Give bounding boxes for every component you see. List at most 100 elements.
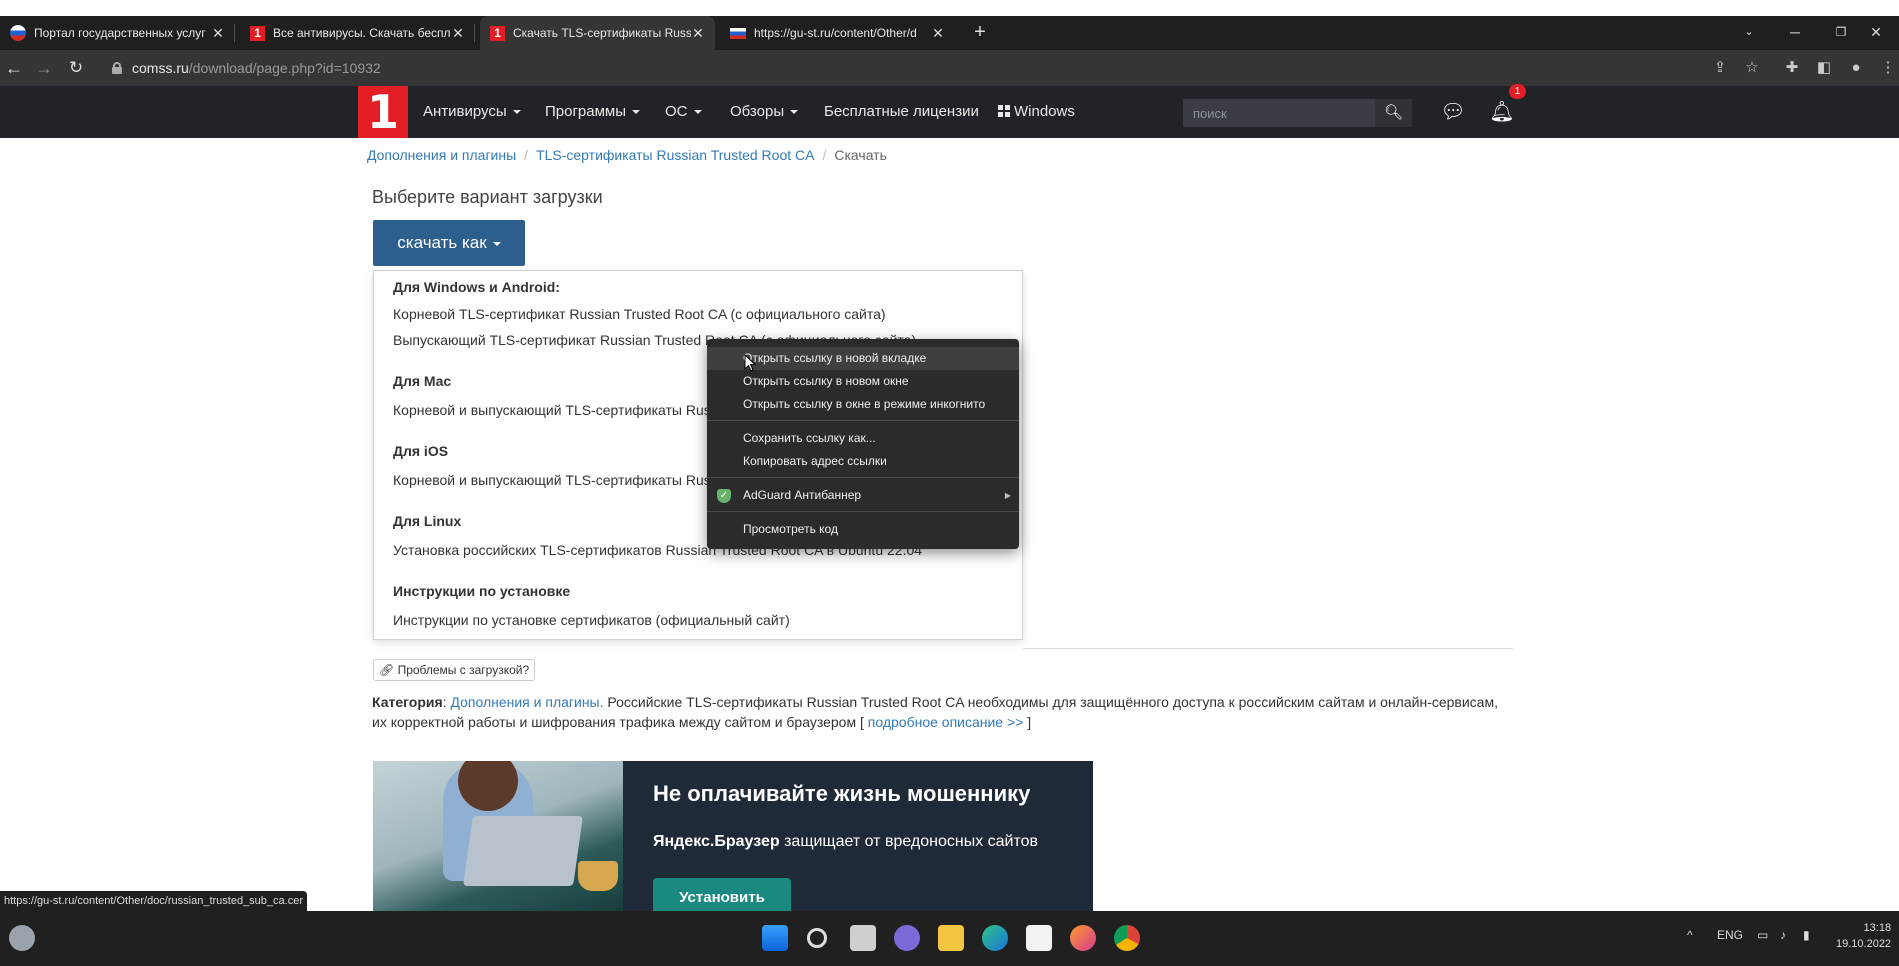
share-icon[interactable]: ⇪: [1710, 58, 1730, 78]
tab-tls-certificates[interactable]: 1 Скачать TLS-сертификаты Russia ✕: [480, 16, 715, 50]
menu-separator: [707, 477, 1019, 478]
close-icon[interactable]: ✕: [451, 25, 465, 42]
breadcrumb: Дополнения и плагины / TLS-сертификаты Rus…: [367, 147, 887, 163]
windows-icon: [998, 105, 1010, 117]
ad-subtitle: Яндекс.Браузер защищает от вредоносных с…: [653, 833, 1038, 851]
tab-search-icon[interactable]: ⌄: [1726, 16, 1772, 50]
ctx-open-incognito[interactable]: Открыть ссылку в окне в режиме инкогнито: [707, 393, 1019, 416]
chat-app-icon[interactable]: [894, 925, 920, 951]
taskbar: ^ ENG ▭ ♪ ▮ 13:18 19.10.2022: [0, 911, 1899, 966]
breadcrumb-link[interactable]: TLS-сертификаты Russian Trusted Root CA: [536, 147, 814, 163]
profile-icon[interactable]: ●: [1846, 58, 1866, 78]
adguard-shield-icon: ✓: [717, 489, 731, 503]
breadcrumb-separator: /: [822, 147, 827, 163]
ad-title: Не оплачивайте жизнь мошеннику: [653, 781, 1031, 806]
tab-title: Скачать TLS-сертификаты Russia: [513, 26, 691, 40]
breadcrumb-link[interactable]: Дополнения и плагины: [367, 147, 516, 163]
ad-banner[interactable]: Не оплачивайте жизнь мошеннику Яндекс.Бр…: [373, 761, 1093, 913]
menu-reviews[interactable]: Обзоры: [730, 86, 799, 138]
site-logo[interactable]: 1: [358, 86, 408, 138]
ctx-inspect[interactable]: Просмотреть код: [707, 518, 1019, 541]
bracket-close: ]: [1027, 714, 1032, 730]
tab-antivirus[interactable]: 1 Все антивирусы. Скачать беспл ✕: [240, 16, 475, 50]
tray-chevron-icon[interactable]: ^: [1687, 928, 1693, 942]
menu-label: Программы: [545, 103, 627, 120]
ad-install-button[interactable]: Установить: [653, 878, 791, 913]
breadcrumb-current: Скачать: [834, 147, 887, 163]
start-icon[interactable]: [762, 925, 788, 951]
back-icon[interactable]: ←: [2, 56, 26, 80]
close-window-button[interactable]: ✕: [1853, 16, 1899, 50]
menu-antivirus[interactable]: Антивирусы: [423, 86, 521, 138]
chat-icon[interactable]: 💬︎: [1440, 100, 1466, 124]
close-icon[interactable]: ✕: [211, 25, 225, 42]
battery-icon[interactable]: ▮: [1803, 928, 1810, 942]
breadcrumb-separator: /: [524, 147, 529, 163]
menu-label: Windows: [1014, 103, 1075, 120]
caret-down-icon: [512, 110, 521, 115]
store-icon[interactable]: [1026, 925, 1052, 951]
caret-down-icon: [693, 110, 702, 115]
menu-os[interactable]: ОС: [665, 86, 702, 138]
close-icon[interactable]: ✕: [931, 25, 945, 42]
ctx-save-link[interactable]: Сохранить ссылку как...: [707, 427, 1019, 450]
clock[interactable]: 13:18 19.10.2022: [1836, 920, 1891, 952]
menu-free-licenses[interactable]: Бесплатные лицензии: [824, 86, 979, 138]
extensions-icon[interactable]: ✚: [1782, 58, 1802, 78]
lock-icon: [112, 62, 122, 74]
tab-title: https://gu-st.ru/content/Other/d: [754, 26, 917, 40]
menu-label: Антивирусы: [423, 103, 507, 120]
search-icon[interactable]: [807, 928, 827, 948]
tab-bar: Портал государственных услуг ✕ 1 Все ант…: [0, 16, 1899, 50]
firefox-icon[interactable]: [1070, 925, 1096, 951]
address-bar-row: ← → ↻ comss.ru/download/page.php?id=1093…: [0, 50, 1899, 86]
forward-icon[interactable]: →: [32, 56, 56, 80]
new-tab-button[interactable]: +: [966, 16, 994, 50]
problems-label: Проблемы с загрузкой?: [397, 663, 530, 677]
caret-down-icon: [632, 110, 641, 115]
volume-icon[interactable]: ♪: [1780, 928, 1786, 942]
chrome-icon[interactable]: [1114, 925, 1140, 951]
task-view-icon[interactable]: [850, 925, 876, 951]
dropdown-item-root-cert[interactable]: Корневой TLS-сертификат Russian Trusted …: [393, 306, 886, 322]
download-as-button[interactable]: скачать как: [373, 220, 525, 266]
menu-dots-icon[interactable]: ⋮: [1878, 58, 1898, 78]
more-description-link[interactable]: подробное описание >>: [868, 714, 1024, 730]
menu-windows[interactable]: Windows: [998, 86, 1075, 138]
search-button[interactable]: 🔍︎: [1375, 99, 1412, 127]
bell-icon[interactable]: 🔔︎: [1489, 100, 1515, 124]
address-bar[interactable]: comss.ru/download/page.php?id=10932: [100, 55, 1700, 81]
reload-icon[interactable]: ↻: [64, 56, 88, 80]
dropdown-item-instructions[interactable]: Инструкции по установке сертификатов (оф…: [393, 612, 790, 628]
ctx-open-new-window[interactable]: Открыть ссылку в новом окне: [707, 370, 1019, 393]
ctx-copy-link[interactable]: Копировать адрес ссылки: [707, 450, 1019, 473]
close-icon[interactable]: ✕: [691, 25, 705, 42]
menu-separator: [707, 511, 1019, 512]
menu-programs[interactable]: Программы: [545, 86, 641, 138]
side-panel-icon[interactable]: ◧: [1814, 58, 1834, 78]
ad-subtitle-text: защищает от вредоносных сайтов: [784, 833, 1039, 850]
tab-gu-st[interactable]: https://gu-st.ru/content/Other/d ✕: [720, 16, 955, 50]
minimize-button[interactable]: ─: [1772, 16, 1818, 50]
status-url-bubble: https://gu-st.ru/content/Other/doc/russi…: [0, 891, 307, 911]
edge-icon[interactable]: [982, 925, 1008, 951]
top-strip: [0, 0, 1899, 16]
network-icon[interactable]: ▭: [1757, 928, 1768, 942]
comss-icon: 1: [250, 25, 265, 41]
ru-flag-icon: [730, 27, 746, 39]
file-explorer-icon[interactable]: [938, 925, 964, 951]
language-indicator[interactable]: ENG: [1717, 928, 1743, 942]
cup-image: [578, 861, 618, 891]
menu-label: Обзоры: [730, 103, 785, 120]
gosuslugi-icon: [10, 25, 26, 41]
ctx-adguard[interactable]: ✓ AdGuard Антибаннер ▶: [707, 484, 1019, 507]
category-link[interactable]: Дополнения и плагины.: [450, 694, 603, 710]
weather-icon[interactable]: [9, 925, 35, 951]
caret-down-icon: [790, 110, 799, 115]
site-search-input[interactable]: [1183, 99, 1375, 127]
bookmark-star-icon[interactable]: ☆: [1742, 58, 1762, 78]
ad-photo: [373, 761, 623, 913]
comss-icon: 1: [490, 25, 505, 41]
tab-gosuslugi[interactable]: Портал государственных услуг ✕: [0, 16, 235, 50]
download-problems-button[interactable]: 🔗︎ Проблемы с загрузкой?: [373, 659, 536, 681]
